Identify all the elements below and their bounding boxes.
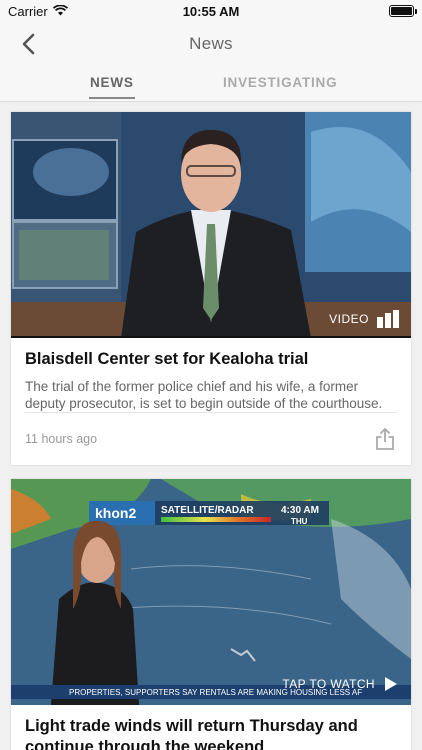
article-thumbnail[interactable]: VIDEO <box>11 112 411 338</box>
article-headline[interactable]: Blaisdell Center set for Kealoha trial <box>25 349 397 370</box>
video-bars-icon <box>377 310 399 328</box>
wifi-icon <box>52 3 68 19</box>
video-badge-label: VIDEO <box>329 312 369 326</box>
tab-active-indicator <box>89 97 135 99</box>
tab-investigating[interactable]: INVESTIGATING <box>223 75 337 90</box>
article-body: Light trade winds will return Thursday a… <box>11 705 411 750</box>
station-logo: khon2 <box>95 505 136 521</box>
tap-to-watch-badge[interactable]: TAP TO WATCH <box>282 677 397 691</box>
tab-news-label: NEWS <box>90 75 134 90</box>
article-body: Blaisdell Center set for Kealoha trial T… <box>11 338 411 412</box>
tab-investigating-label: INVESTIGATING <box>223 75 338 90</box>
video-badge: VIDEO <box>329 310 399 328</box>
tab-news[interactable]: NEWS <box>89 75 135 99</box>
battery-icon <box>389 5 417 17</box>
back-button[interactable] <box>14 30 42 58</box>
article-card[interactable]: VIDEO Blaisdell Center set for Kealoha t… <box>11 112 411 465</box>
status-left: Carrier <box>8 4 68 19</box>
share-button[interactable] <box>373 426 397 452</box>
carrier-label: Carrier <box>8 3 48 19</box>
tab-bar: NEWS INVESTIGATING <box>0 66 422 102</box>
article-summary: The trial of the former police chief and… <box>25 379 383 411</box>
play-icon <box>385 677 397 691</box>
article-card[interactable]: khon2 SATELLITE/RADAR 4:30 AM THU PROPER… <box>11 479 411 750</box>
article-footer: 11 hours ago <box>25 412 397 465</box>
article-headline[interactable]: Light trade winds will return Thursday a… <box>25 716 397 750</box>
article-thumbnail[interactable]: khon2 SATELLITE/RADAR 4:30 AM THU PROPER… <box>11 479 411 705</box>
radar-day-text: THU <box>291 517 308 526</box>
status-bar: Carrier 10:55 AM <box>0 0 422 22</box>
radar-time-text: 4:30 AM <box>281 505 319 516</box>
news-anchor-image <box>11 112 411 338</box>
page-title: News <box>189 34 233 53</box>
tap-to-watch-label: TAP TO WATCH <box>282 677 375 691</box>
share-icon <box>376 427 394 450</box>
radar-header-text: SATELLITE/RADAR <box>161 505 254 516</box>
weather-radar-image: khon2 SATELLITE/RADAR 4:30 AM THU PROPER… <box>11 479 411 705</box>
navigation-bar: News <box>0 22 422 66</box>
article-timestamp: 11 hours ago <box>25 432 98 446</box>
chevron-left-icon <box>22 33 35 55</box>
